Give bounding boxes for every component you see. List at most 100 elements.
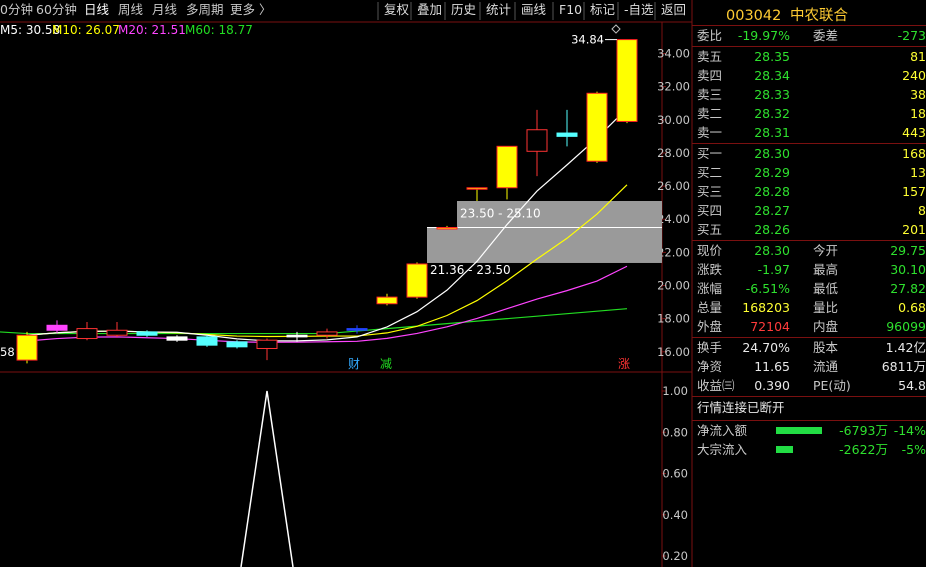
candle-body	[196, 336, 218, 346]
row-label-2: 最高	[813, 262, 839, 277]
row-value: 0.390	[754, 378, 790, 393]
candle[interactable]	[106, 321, 128, 337]
row-value: 168203	[742, 300, 790, 315]
candle-body	[406, 263, 428, 298]
row-value: 28.31	[754, 125, 790, 140]
period-tab[interactable]: 周线	[118, 2, 144, 17]
row-label: 卖一	[697, 125, 723, 140]
lower-y-tick-label: 0.80	[662, 425, 688, 439]
row-value-2: 157	[902, 184, 926, 199]
gap-zone-label: 23.50 - 25.10	[460, 207, 541, 221]
candle[interactable]	[376, 293, 398, 306]
candle[interactable]	[586, 91, 608, 163]
row-label-2: 股本	[813, 340, 839, 355]
candle-body	[256, 339, 278, 349]
row-value-2: 13	[910, 165, 926, 180]
lower-y-tick-label: 0.60	[662, 467, 688, 481]
y-tick-label: 24.00	[657, 212, 690, 226]
row-value-2: 27.82	[890, 281, 926, 296]
row-label: 买四	[697, 203, 723, 218]
row-label: 卖五	[697, 49, 723, 64]
period-tab[interactable]: 0分钟	[0, 2, 33, 17]
divider	[692, 396, 926, 397]
period-tab[interactable]: 更多 〉	[230, 2, 271, 17]
candle-body	[466, 187, 488, 190]
period-tab[interactable]: 多周期	[186, 2, 224, 17]
row-value-2: 240	[902, 68, 926, 83]
bid-level-row: 买五 28.26 201	[692, 220, 926, 239]
lower-y-tick-label: 0.40	[662, 508, 688, 522]
candle-body	[616, 39, 638, 122]
row-value: -19.97%	[737, 28, 790, 43]
period-tab[interactable]: 日线	[84, 2, 110, 17]
y-tick-label: 18.00	[657, 312, 690, 326]
fundamental-row: 收益㈢ 0.390 PE(动) 54.8	[692, 376, 926, 395]
candle[interactable]	[226, 340, 248, 349]
ma-legend-item: M10: 26.07	[52, 23, 120, 37]
candle[interactable]	[616, 39, 638, 124]
event-marker[interactable]: 减	[380, 357, 392, 371]
row-value-2: 30.10	[890, 262, 926, 277]
gap-zone-lower	[427, 227, 662, 263]
row-label-2: 内盘	[813, 319, 839, 334]
row-value-2: 443	[902, 125, 926, 140]
candle[interactable]	[166, 335, 188, 342]
candle[interactable]	[556, 109, 578, 147]
toolbar-button[interactable]: -自选	[624, 2, 654, 17]
row-label: 外盘	[697, 319, 723, 334]
flow-pct: -5%	[901, 442, 926, 457]
candle[interactable]	[466, 187, 488, 201]
toolbar-button[interactable]: 复权	[384, 2, 410, 17]
row-value: 28.32	[754, 106, 790, 121]
candle-body	[316, 331, 338, 336]
row-label: 买三	[697, 184, 723, 199]
toolbar-button[interactable]: F10	[559, 2, 582, 17]
row-label: 现价	[697, 243, 723, 258]
row-label-2: 流通	[813, 359, 839, 374]
candle[interactable]	[346, 325, 368, 334]
toolbar-button[interactable]: 返回	[661, 2, 686, 17]
y-tick-label: 22.00	[657, 245, 690, 259]
bid-level-row: 买二 28.29 13	[692, 163, 926, 182]
candle[interactable]	[436, 225, 458, 230]
toolbar-button[interactable]: 标记	[590, 2, 616, 17]
candle[interactable]	[256, 338, 278, 361]
candle[interactable]	[46, 320, 68, 334]
row-label: 委比	[697, 28, 723, 43]
toolbar-button[interactable]: 历史	[451, 2, 477, 17]
event-marker[interactable]: 财	[348, 357, 360, 371]
candle[interactable]	[526, 109, 548, 177]
candle[interactable]	[196, 335, 218, 347]
candle-body	[556, 132, 578, 137]
candle-body	[526, 129, 548, 152]
candle-body	[376, 296, 398, 305]
candle[interactable]	[406, 262, 428, 299]
flow-label: 净流入额	[697, 423, 748, 438]
toolbar-button[interactable]: 画线	[521, 2, 547, 17]
bid-level-row: 买四 28.27 8	[692, 201, 926, 220]
event-marker[interactable]: 涨	[618, 356, 630, 371]
candle[interactable]	[496, 145, 518, 200]
candle-body	[166, 336, 188, 341]
candle[interactable]	[16, 331, 38, 364]
fundamental-row: 换手 24.70% 股本 1.42亿	[692, 338, 926, 357]
ask-level-row: 卖二 28.32 18	[692, 104, 926, 123]
candle[interactable]	[316, 328, 338, 339]
y-tick-label: 30.00	[657, 113, 690, 127]
diamond-icon[interactable]	[611, 24, 621, 34]
period-tab[interactable]: 60分钟	[36, 2, 77, 17]
candle[interactable]	[76, 321, 98, 341]
gap-zone-label: 21.36 - 23.50	[430, 263, 511, 277]
ask-level-row: 卖一 28.31 443	[692, 123, 926, 142]
toolbar-button[interactable]: 叠加	[417, 2, 442, 17]
period-tab[interactable]: 月线	[152, 2, 178, 17]
row-value: 28.27	[754, 203, 790, 218]
y-tick-label: 20.00	[657, 279, 690, 293]
ask-level-row: 卖五 28.35 81	[692, 47, 926, 66]
toolbar-button[interactable]: 统计	[486, 2, 511, 17]
candle-body	[136, 331, 158, 336]
candle-body	[106, 329, 128, 336]
fundamental-row: 净资 11.65 流通 6811万	[692, 357, 926, 376]
quote-stat-row: 涨跌 -1.97 最高 30.10	[692, 260, 926, 279]
bid-level-row: 买三 28.28 157	[692, 182, 926, 201]
